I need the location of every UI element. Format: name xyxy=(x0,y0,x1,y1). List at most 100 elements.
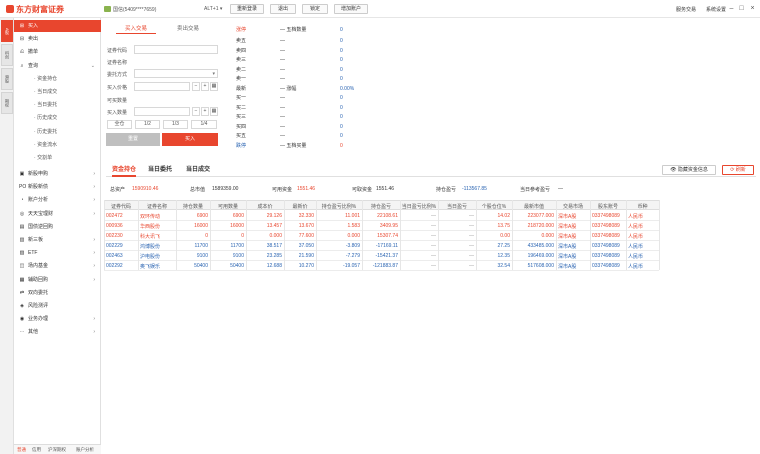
table-row[interactable]: 002229 鸿博股份 11700 11700 38.517 37.050 -3.809 -1… xyxy=(104,241,659,251)
vtab-star[interactable]: 科创 xyxy=(1,44,13,66)
qty-plus-button[interactable]: + xyxy=(201,107,209,116)
minimize-icon[interactable]: – xyxy=(728,5,735,12)
table-row[interactable]: 002463 沪电股份 9100 9100 23.285 21.590 -7.279 -154… xyxy=(104,251,659,261)
sidebar-item[interactable]: · 历史成交 xyxy=(14,112,101,124)
table-row[interactable]: 002292 奥飞娱乐 50400 50400 12.688 10.270 -19.057 -… xyxy=(104,261,659,271)
qty-half-button[interactable]: 1/2 xyxy=(135,120,160,129)
btab-account-analysis[interactable]: 账户分析 xyxy=(76,446,94,454)
qty-grid-icon[interactable]: ▦ xyxy=(210,107,218,116)
table-cell: 人民币 xyxy=(628,244,644,250)
sidebar-item[interactable]: ⎌ 撤单 xyxy=(14,46,101,58)
table-cell: — xyxy=(469,223,474,229)
qty-all-button[interactable]: 全仓 xyxy=(107,120,132,129)
btab-sh-sz-options[interactable]: 沪深期权 xyxy=(48,446,66,454)
sidebar-item[interactable]: · 历史委托 xyxy=(14,126,101,138)
maximize-icon[interactable]: □ xyxy=(738,5,745,12)
hide-funds-button[interactable]: 👁 隐藏资金信息 xyxy=(662,165,716,175)
lock-button[interactable]: 锁定 xyxy=(302,4,328,14)
column-header[interactable]: 股东账号 xyxy=(590,203,626,210)
column-header[interactable]: 证券代码 xyxy=(104,203,138,210)
sidebar-item[interactable]: · 资金持仓 xyxy=(14,73,101,85)
close-icon[interactable]: × xyxy=(749,5,756,12)
hotkey-selector[interactable]: ALT+1 ▾ xyxy=(204,6,222,12)
code-input[interactable] xyxy=(134,45,218,54)
sidebar-item[interactable]: · 资金流水 xyxy=(14,139,101,151)
sidebar-item[interactable]: · 当日成交 xyxy=(14,86,101,98)
sidebar-item[interactable]: ▦ 辅助回购 › xyxy=(14,274,101,286)
grid-divider xyxy=(590,200,591,270)
sidebar-item[interactable]: ◎ 天天宝理财 › xyxy=(14,208,101,220)
qty-minus-button[interactable]: − xyxy=(192,107,200,116)
sidebar-item[interactable]: ▨ ETF › xyxy=(14,247,101,259)
vtab-options[interactable]: 期权 xyxy=(1,92,13,114)
vtab-hk[interactable]: 港股 xyxy=(1,68,13,90)
service-trade-link[interactable]: 服务交易 xyxy=(676,6,696,13)
refresh-button[interactable]: ⟳ 刷新 xyxy=(722,165,754,175)
column-header[interactable]: 可用数量 xyxy=(210,203,246,210)
column-header[interactable]: 币种 xyxy=(626,203,659,210)
sidebar-item[interactable]: ▥ 新三板 › xyxy=(14,234,101,246)
column-header[interactable]: 个股仓位% xyxy=(476,203,512,210)
table-cell: 科大讯飞 xyxy=(140,234,161,240)
btab-normal[interactable]: 普通 xyxy=(17,446,26,454)
account-selector[interactable]: 国信(5409****7659) xyxy=(104,6,156,13)
chevron-right-icon: › xyxy=(93,263,95,270)
buy-submit-button[interactable]: 买入 xyxy=(162,133,218,146)
sidebar-item[interactable]: · 当日委托 xyxy=(14,99,101,111)
sidebar-item[interactable]: ⊞ 买入 xyxy=(14,20,101,32)
table-cell: 0 xyxy=(205,233,208,239)
tab-holdings[interactable]: 资金持仓 xyxy=(112,165,137,177)
tab-today-trades[interactable]: 当日成交 xyxy=(186,165,210,177)
price-grid-icon[interactable]: ▦ xyxy=(210,82,218,91)
qty-input[interactable] xyxy=(134,107,190,116)
column-header[interactable]: 最新市值 xyxy=(512,203,556,210)
grid-divider xyxy=(176,200,177,270)
exit-button[interactable]: 退出 xyxy=(270,4,296,14)
column-header[interactable]: 持仓数量 xyxy=(176,203,210,210)
btab-credit[interactable]: 信用 xyxy=(32,446,41,454)
table-cell: 沪电股份 xyxy=(140,254,161,260)
system-settings-link[interactable]: 系统设置 xyxy=(706,6,726,13)
sidebar-item[interactable]: ▣ 新股申购 › xyxy=(14,168,101,180)
sidebar-item-label: 双向委托 xyxy=(28,289,49,296)
sidebar-item[interactable]: ⌕ 查询 ⌄ xyxy=(14,60,101,72)
method-select[interactable]: ▾ xyxy=(134,69,218,78)
sidebar-item[interactable]: ◔ 账户分析 › xyxy=(14,194,101,206)
column-header[interactable]: 交易市场 xyxy=(556,203,590,210)
column-header[interactable]: 当日盈亏比例% xyxy=(400,203,438,210)
price-plus-button[interactable]: + xyxy=(201,82,209,91)
column-header[interactable]: 持仓盈亏比例% xyxy=(316,203,362,210)
sidebar-item[interactable]: ⋯ 其他 › xyxy=(14,326,101,338)
sidebar-item[interactable]: · 交割单 xyxy=(14,152,101,164)
column-header[interactable]: 持仓盈亏 xyxy=(362,203,400,210)
column-header[interactable]: 最新价 xyxy=(284,203,316,210)
column-header[interactable]: 当日盈亏 xyxy=(438,203,476,210)
price-input[interactable] xyxy=(134,82,190,91)
bond-icon: ▤ xyxy=(19,223,25,230)
sidebar-item[interactable]: ◉ 业务办理 › xyxy=(14,313,101,325)
tab-sell-trade[interactable]: 卖出交易 xyxy=(168,24,208,34)
table-row[interactable]: 002472 双环传动 6900 6900 29.126 32.330 11.001 2210… xyxy=(104,211,659,221)
sidebar-item[interactable]: PO 新股新债 › xyxy=(14,181,101,193)
column-header[interactable]: 成本价 xyxy=(246,203,284,210)
sidebar-item[interactable]: ◈ 风险测评 xyxy=(14,300,101,312)
table-row[interactable]: 000936 华西股份 16000 16000 13.457 13.670 1.583 340… xyxy=(104,221,659,231)
reset-button[interactable]: 重置 xyxy=(106,133,160,146)
qty-quarter-button[interactable]: 1/4 xyxy=(191,120,217,129)
tab-buy-trade[interactable]: 买入交易 xyxy=(116,24,156,34)
sidebar-item[interactable]: ⊟ 卖出 xyxy=(14,33,101,45)
vtab-a-share[interactable]: A股 xyxy=(1,20,13,42)
sidebar-item[interactable]: ⇄ 双向委托 xyxy=(14,287,101,299)
table-row[interactable]: 002230 科大讯飞 0 0 0.000 77.600 0.000 15307.74 — — 0.… xyxy=(104,231,659,241)
tab-today-orders[interactable]: 当日委托 xyxy=(148,165,172,177)
code-row: 证券代码 xyxy=(106,44,219,55)
sidebar-item[interactable]: ◫ 场内基金 › xyxy=(14,260,101,272)
price-minus-button[interactable]: − xyxy=(192,82,200,91)
table-cell: 人民币 xyxy=(628,214,644,220)
add-account-button[interactable]: 增加账户 xyxy=(334,4,368,14)
column-header[interactable]: 证券名称 xyxy=(138,203,176,210)
qty-third-button[interactable]: 1/3 xyxy=(163,120,188,129)
table-cell: — xyxy=(431,243,436,249)
sidebar-item[interactable]: ▤ 国债逆回购 xyxy=(14,221,101,233)
relogin-button[interactable]: 重新登录 xyxy=(230,4,264,14)
